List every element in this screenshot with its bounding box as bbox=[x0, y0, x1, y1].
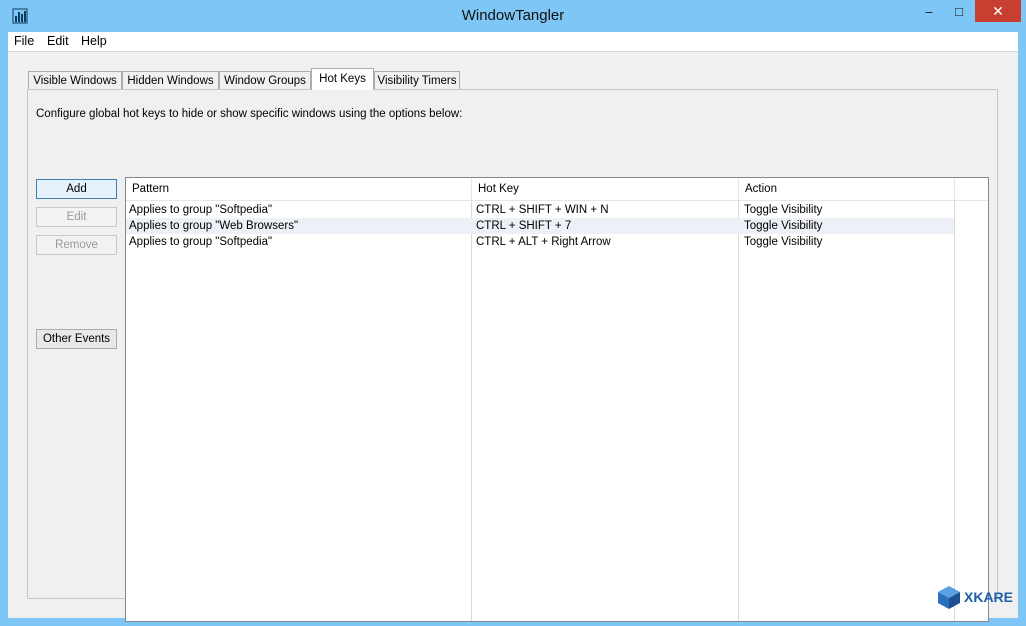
window-title: WindowTangler bbox=[461, 7, 565, 24]
menu-help[interactable]: Help bbox=[81, 32, 107, 51]
edit-button[interactable]: Edit bbox=[36, 207, 117, 227]
hotkeys-list[interactable]: Pattern Hot Key Action Applies to group … bbox=[125, 177, 989, 622]
panel-description: Configure global hot keys to hide or sho… bbox=[36, 108, 463, 120]
tab-visibility-timers[interactable]: Visibility Timers bbox=[374, 71, 460, 89]
watermark: XKARE bbox=[936, 582, 1013, 612]
cell-action: Toggle Visibility bbox=[744, 204, 823, 216]
table-row[interactable]: Applies to group "Web Browsers" CTRL + S… bbox=[126, 218, 954, 234]
app-window: WindowTangler – □ ✕ File Edit Help Visib… bbox=[0, 0, 1026, 626]
tab-hidden-windows[interactable]: Hidden Windows bbox=[122, 71, 219, 89]
cell-hot-key: CTRL + SHIFT + 7 bbox=[476, 220, 572, 232]
column-divider bbox=[471, 201, 472, 621]
menu-edit[interactable]: Edit bbox=[47, 32, 69, 51]
watermark-cube-icon bbox=[938, 586, 960, 609]
maximize-button[interactable]: □ bbox=[944, 0, 974, 22]
tab-hot-keys[interactable]: Hot Keys bbox=[311, 68, 374, 90]
other-events-button[interactable]: Other Events bbox=[36, 329, 117, 349]
menu-file[interactable]: File bbox=[14, 32, 34, 51]
column-header-pattern[interactable]: Pattern bbox=[126, 178, 472, 201]
close-icon: ✕ bbox=[992, 2, 1004, 19]
cell-hot-key: CTRL + SHIFT + WIN + N bbox=[476, 204, 609, 216]
client-area: File Edit Help Visible Windows Hidden Wi… bbox=[8, 32, 1018, 622]
tab-window-groups[interactable]: Window Groups bbox=[219, 71, 311, 89]
table-row[interactable]: Applies to group "Softpedia" CTRL + ALT … bbox=[126, 234, 954, 250]
cell-pattern: Applies to group "Web Browsers" bbox=[129, 220, 299, 232]
remove-button[interactable]: Remove bbox=[36, 235, 117, 255]
menu-bar: File Edit Help bbox=[8, 32, 1018, 52]
column-header-action[interactable]: Action bbox=[739, 178, 955, 201]
app-chart-icon bbox=[12, 8, 28, 24]
cell-action: Toggle Visibility bbox=[744, 236, 823, 248]
minimize-icon: – bbox=[925, 3, 933, 19]
close-button[interactable]: ✕ bbox=[975, 0, 1021, 22]
column-divider bbox=[954, 201, 955, 621]
cell-pattern: Applies to group "Softpedia" bbox=[129, 204, 273, 216]
hot-keys-panel: Configure global hot keys to hide or sho… bbox=[27, 89, 998, 622]
title-bar[interactable]: WindowTangler – □ ✕ bbox=[0, 0, 1026, 32]
column-header-filler bbox=[955, 178, 988, 201]
cell-hot-key: CTRL + ALT + Right Arrow bbox=[476, 236, 611, 248]
minimize-button[interactable]: – bbox=[914, 0, 944, 22]
tab-visible-windows[interactable]: Visible Windows bbox=[28, 71, 122, 89]
cell-pattern: Applies to group "Softpedia" bbox=[129, 236, 273, 248]
column-header-hot-key[interactable]: Hot Key bbox=[472, 178, 739, 201]
add-button[interactable]: Add bbox=[36, 179, 117, 199]
list-header: Pattern Hot Key Action bbox=[126, 178, 988, 201]
table-row[interactable]: Applies to group "Softpedia" CTRL + SHIF… bbox=[126, 202, 954, 218]
maximize-icon: □ bbox=[955, 3, 963, 19]
column-divider bbox=[738, 201, 739, 621]
watermark-text: XKARE bbox=[964, 589, 1014, 605]
list-rows: Applies to group "Softpedia" CTRL + SHIF… bbox=[126, 202, 954, 250]
cell-action: Toggle Visibility bbox=[744, 220, 823, 232]
